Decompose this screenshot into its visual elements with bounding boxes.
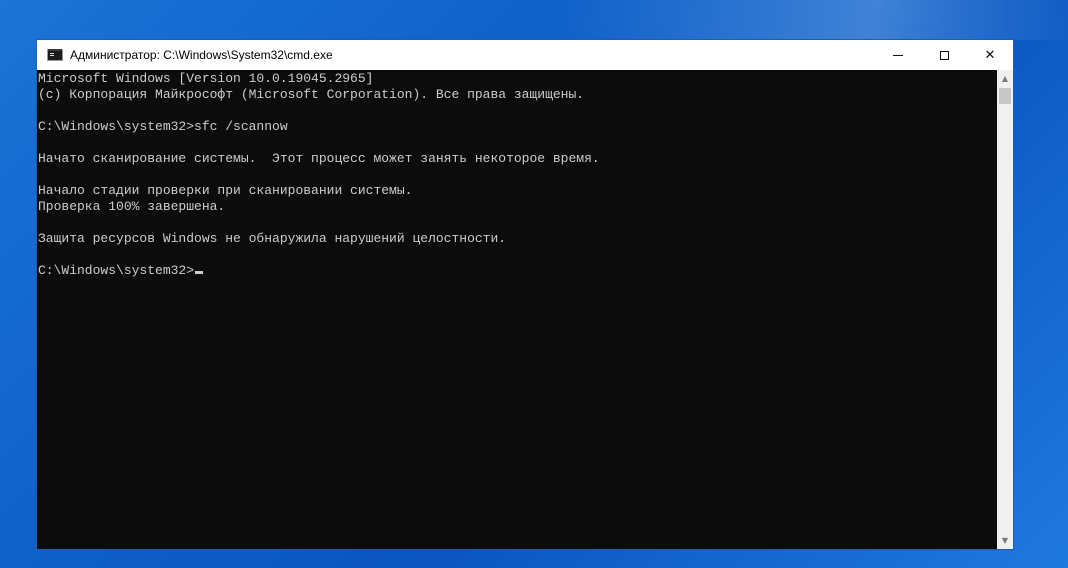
prompt-line[interactable]: C:\Windows\system32>	[37, 263, 997, 279]
close-button[interactable]: ✕	[967, 40, 1013, 70]
console-line: Microsoft Windows [Version 10.0.19045.29…	[38, 71, 374, 86]
scroll-thumb[interactable]	[999, 88, 1011, 104]
maximize-button[interactable]	[921, 40, 967, 70]
cmd-icon[interactable]	[47, 49, 63, 61]
close-icon: ✕	[984, 47, 996, 63]
cmd-window[interactable]: Администратор: C:\Windows\System32\cmd.e…	[36, 39, 1014, 550]
window-title: Администратор: C:\Windows\System32\cmd.e…	[70, 48, 333, 62]
scroll-up-arrow[interactable]: ▲	[997, 70, 1013, 87]
maximize-icon	[939, 50, 949, 60]
minimize-icon	[893, 54, 903, 56]
console-output[interactable]: Microsoft Windows [Version 10.0.19045.29…	[37, 70, 997, 549]
title-bar[interactable]: Администратор: C:\Windows\System32\cmd.e…	[37, 40, 1013, 70]
scroll-down-arrow[interactable]: ▼	[997, 532, 1013, 549]
console-line: Проверка 100% завершена.	[38, 199, 226, 214]
console-line: Защита ресурсов Windows не обнаружила на…	[38, 231, 507, 246]
prompt: C:\Windows\system32>	[38, 263, 195, 278]
console-line: (c) Корпорация Майкрософт (Microsoft Cor…	[38, 87, 585, 102]
desktop-light-streak	[560, 0, 1068, 40]
console-line: Начало стадии проверки при сканировании …	[38, 183, 413, 198]
vertical-scrollbar[interactable]: ▲ ▼	[997, 70, 1013, 549]
console-line: C:\Windows\system32>sfc /scannow	[38, 119, 288, 134]
console-line: Начато сканирование системы. Этот процес…	[38, 151, 600, 166]
text-cursor	[195, 271, 204, 274]
window-controls: ✕	[875, 40, 1013, 70]
minimize-button[interactable]	[875, 40, 921, 70]
